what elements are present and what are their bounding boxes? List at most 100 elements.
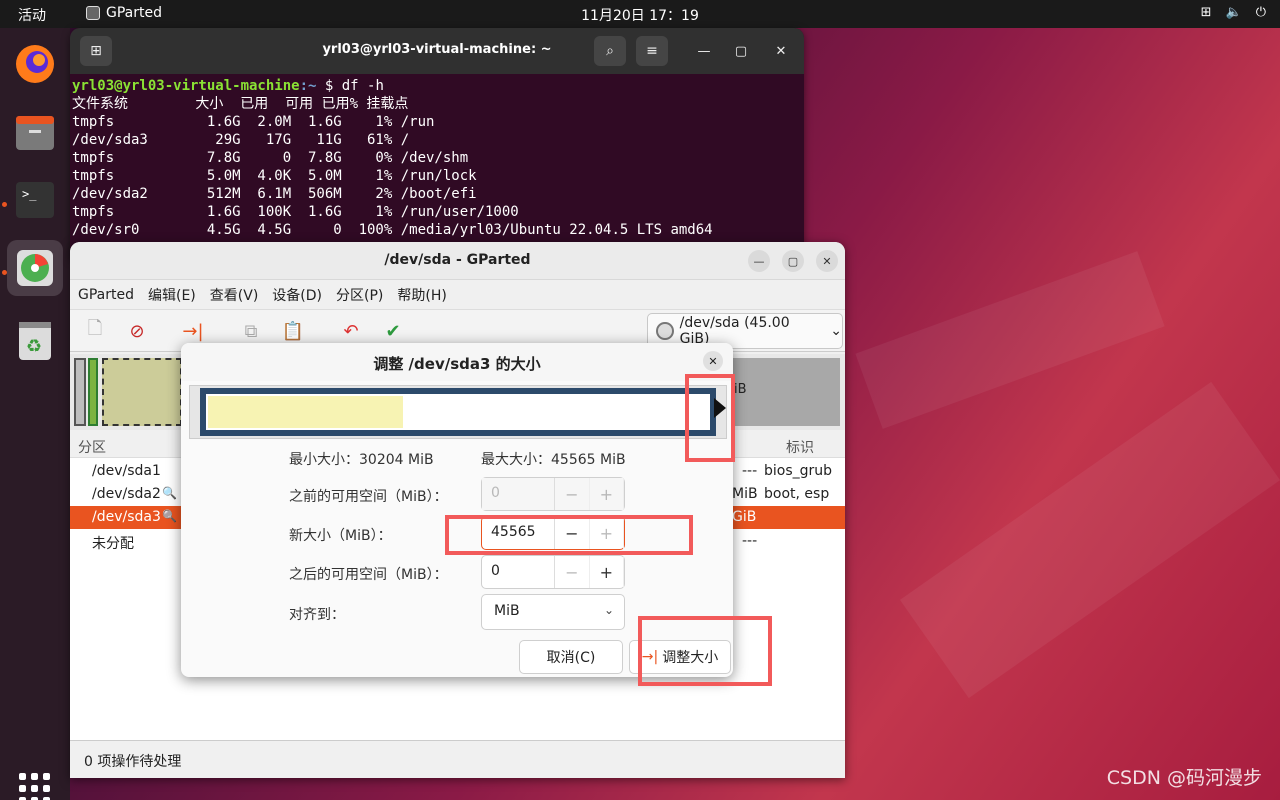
header-partition[interactable]: 分区: [78, 437, 106, 457]
paste-button[interactable]: 📋: [280, 318, 306, 344]
used-space-bar: [208, 396, 403, 428]
minus-icon: −: [565, 523, 579, 543]
resize-icon: →|: [641, 649, 659, 665]
resize-icon: →|: [182, 320, 204, 342]
row-partition: 未分配: [92, 536, 134, 552]
after-spinner[interactable]: 0 − +: [481, 555, 625, 589]
new-size-spinner[interactable]: 45565 − +: [481, 516, 625, 550]
svg-text:>_: >_: [22, 187, 37, 201]
dock-gparted[interactable]: [7, 240, 63, 296]
minimize-icon: —: [697, 43, 711, 59]
close-icon: ✕: [775, 43, 787, 59]
before-spinner[interactable]: 0 − +: [481, 477, 625, 511]
menu-view[interactable]: 查看(V): [210, 285, 259, 305]
plus-icon: +: [599, 562, 613, 582]
files-icon: [16, 116, 54, 150]
prompt-path: :~: [299, 78, 317, 94]
undo-button[interactable]: ↶: [338, 318, 364, 344]
before-value[interactable]: 0: [482, 478, 556, 510]
gparted-icon: [17, 250, 53, 286]
watermark: CSDN @码河漫步: [1106, 767, 1262, 789]
terminal-output[interactable]: yrl03@yrl03-virtual-machine:~ $ df -h 文件…: [70, 74, 804, 239]
command: $ df -h: [324, 78, 384, 94]
menu-edit[interactable]: 编辑(E): [148, 285, 196, 305]
key-icon: 🔍: [162, 486, 177, 500]
unallocated-block[interactable]: iB: [730, 358, 840, 426]
dock-firefox[interactable]: [7, 36, 63, 92]
dock-files[interactable]: [7, 104, 63, 160]
trash-icon: ♻: [19, 322, 51, 360]
partition-outline[interactable]: [200, 388, 716, 436]
cancel-button[interactable]: 取消(C): [519, 640, 623, 674]
increment-button[interactable]: +: [589, 478, 625, 510]
dock-terminal[interactable]: >_: [7, 172, 63, 228]
align-select[interactable]: MiB ⌄: [481, 594, 625, 630]
dialog-close-button[interactable]: ✕: [703, 351, 723, 371]
increment-button[interactable]: +: [590, 517, 625, 549]
dialog-title: 调整 /dev/sda3 的大小: [373, 355, 541, 373]
top-bar: 活动 GParted 11月20日 17：19 ⊞ 🔈 ⏻: [0, 0, 1280, 28]
row-partition: /dev/sda3: [92, 509, 161, 525]
menu-button[interactable]: ≡: [636, 36, 668, 66]
check-circle-icon: ✔: [385, 320, 401, 342]
delete-button[interactable]: ⊘: [124, 318, 150, 344]
row-size: GiB: [732, 509, 757, 525]
new-partition-button[interactable]: 🗋: [82, 318, 108, 344]
new-size-value[interactable]: 45565: [482, 517, 556, 549]
row-partition: /dev/sda2: [92, 486, 161, 502]
paste-icon: 📋: [281, 320, 305, 342]
clock[interactable]: 11月20日 17：19: [0, 5, 1280, 25]
minimize-button[interactable]: —: [694, 41, 714, 61]
partition-block-sda3[interactable]: [102, 358, 182, 426]
align-value: MiB: [494, 603, 520, 619]
resize-button[interactable]: →| 调整大小: [629, 640, 731, 674]
resize-graphic[interactable]: [189, 385, 727, 439]
copy-icon: ⧉: [244, 320, 258, 342]
system-tray[interactable]: ⊞ 🔈 ⏻: [1201, 5, 1266, 20]
row-flags: boot, esp: [764, 486, 830, 502]
menu-partition[interactable]: 分区(P): [336, 285, 383, 305]
row-partition: /dev/sda1: [92, 463, 161, 479]
resize-dialog[interactable]: 调整 /dev/sda3 的大小 ✕ 最小大小：30204 MiB 最大大小：4…: [181, 343, 733, 677]
close-button[interactable]: ✕: [771, 41, 791, 61]
key-icon: 🔍: [162, 509, 177, 523]
dock: >_ ♻: [0, 28, 70, 800]
maximize-button[interactable]: ▢: [731, 41, 751, 61]
apply-button[interactable]: ✔: [380, 318, 406, 344]
maximize-icon: ▢: [734, 43, 748, 59]
show-apps-icon[interactable]: [19, 773, 50, 800]
resize-move-button[interactable]: →|: [180, 318, 206, 344]
decrement-button[interactable]: −: [555, 478, 590, 510]
svg-text:♻: ♻: [26, 336, 42, 357]
decrement-button[interactable]: −: [555, 517, 590, 549]
menu-device[interactable]: 设备(D): [272, 285, 322, 305]
partition-block-sda1[interactable]: [74, 358, 86, 426]
after-value[interactable]: 0: [482, 556, 556, 588]
partition-block-sda2[interactable]: [88, 358, 98, 426]
terminal-window[interactable]: ⊞ yrl03@yrl03-virtual-machine: ~ ⌕ ≡ — ▢…: [70, 28, 804, 258]
row-size: MiB: [732, 486, 758, 502]
output-line: /dev/sda3 29G 17G 11G 61% /: [72, 132, 410, 148]
hamburger-icon: ≡: [646, 43, 658, 59]
copy-button[interactable]: ⧉: [238, 318, 264, 344]
maximize-button[interactable]: ▢: [782, 250, 804, 272]
maximize-icon: ▢: [787, 254, 799, 268]
dock-trash[interactable]: ♻: [7, 312, 63, 368]
close-button[interactable]: ✕: [816, 250, 838, 272]
firefox-icon: [16, 45, 54, 83]
menu-bar: GParted 编辑(E) 查看(V) 设备(D) 分区(P) 帮助(H): [70, 280, 845, 310]
menu-help[interactable]: 帮助(H): [397, 285, 446, 305]
increment-button[interactable]: +: [590, 556, 625, 588]
before-label: 之前的可用空间（MiB）：: [289, 489, 448, 505]
minimize-button[interactable]: —: [748, 250, 770, 272]
decrement-button[interactable]: −: [555, 556, 590, 588]
search-button[interactable]: ⌕: [594, 36, 626, 66]
header-flags[interactable]: 标识: [786, 437, 814, 457]
new-file-icon: 🗋: [87, 318, 103, 339]
map-label: iB: [734, 382, 747, 397]
output-line: tmpfs 1.6G 100K 1.6G 1% /run/user/1000: [72, 204, 519, 220]
resize-handle-arrow-icon[interactable]: [714, 398, 726, 418]
after-label: 之后的可用空间（MiB）：: [289, 567, 448, 583]
menu-gparted[interactable]: GParted: [78, 287, 134, 303]
new-size-label: 新大小（MiB）：: [289, 528, 392, 544]
